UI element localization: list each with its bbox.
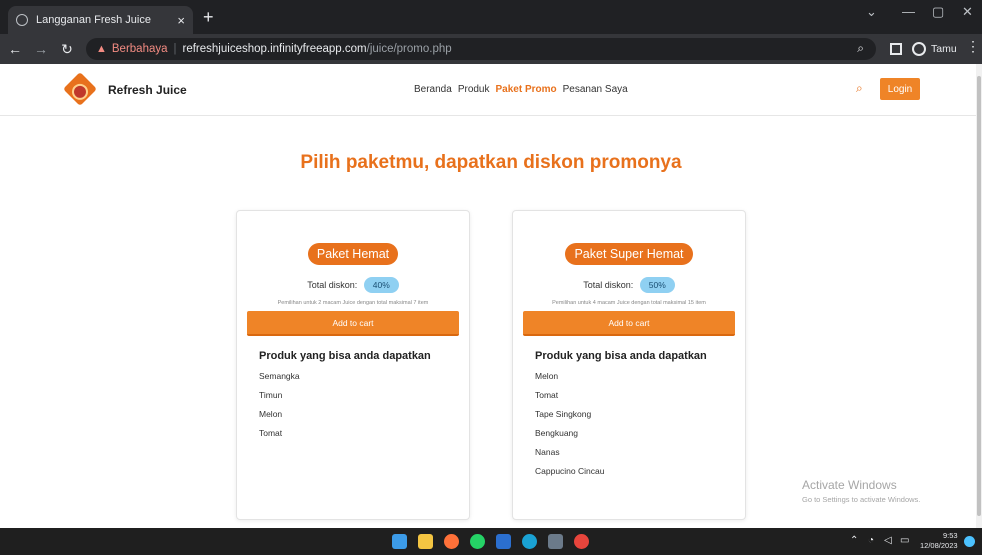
main-nav: Beranda Produk Paket Promo Pesanan Saya — [414, 84, 628, 95]
browser-tab-bar: Langganan Fresh Juice × + ⌄ — ▢ ✕ — [0, 0, 982, 34]
nav-pesanan-saya[interactable]: Pesanan Saya — [563, 84, 628, 95]
taskbar: ⌃ ◔ ◁ ▭ 9:53 12/08/2023 — [0, 528, 982, 555]
avatar-icon — [912, 42, 926, 56]
separator: | — [173, 43, 177, 55]
login-button[interactable]: Login — [880, 78, 920, 100]
product-list: Semangka Timun Melon Tomat — [259, 371, 469, 447]
wifi-icon[interactable]: ◔ — [868, 535, 874, 546]
list-item: Timun — [259, 390, 283, 400]
browser-toolbar: ← → ↻ ▲ Berbahaya | refreshjuiceshop.inf… — [0, 34, 982, 64]
page-scrollbar[interactable] — [976, 64, 982, 528]
discount-badge: 40% — [363, 277, 399, 293]
scrollbar-thumb[interactable] — [977, 76, 981, 516]
discount-row: Total diskon: 50% — [513, 277, 745, 293]
globe-icon — [16, 14, 28, 26]
package-description: Pemilihan untuk 4 macam Juice dengan tot… — [552, 300, 706, 306]
list-item: Tape Singkong — [535, 409, 592, 419]
package-name: Paket Super Hemat — [565, 243, 693, 265]
word-icon[interactable] — [496, 534, 511, 549]
discount-label: Total diskon: — [583, 280, 634, 290]
back-icon[interactable]: ← — [4, 41, 26, 57]
url-host: refreshjuiceshop.infinityfreeapp.com — [182, 43, 367, 55]
battery-icon[interactable]: ▭ — [900, 535, 909, 546]
close-tab-icon[interactable]: × — [177, 13, 185, 28]
forward-icon[interactable]: → — [30, 41, 52, 57]
nav-paket-promo[interactable]: Paket Promo — [496, 84, 557, 95]
package-description: Pemilihan untuk 2 macam Juice dengan tot… — [277, 300, 429, 306]
url-path: /juice/promo.php — [366, 43, 452, 55]
edge-icon[interactable] — [522, 534, 537, 549]
file-explorer-icon[interactable] — [418, 534, 433, 549]
list-item: Nanas — [535, 447, 560, 457]
browser-tab[interactable]: Langganan Fresh Juice × — [8, 6, 193, 34]
chrome-icon[interactable] — [574, 534, 589, 549]
watermark-subtitle: Go to Settings to activate Windows. — [802, 495, 921, 504]
product-list: Melon Tomat Tape Singkong Bengkuang Nana… — [535, 371, 745, 485]
nav-produk[interactable]: Produk — [458, 84, 490, 95]
clock[interactable]: 9:53 12/08/2023 — [920, 531, 958, 551]
window-close-icon[interactable]: ✕ — [962, 4, 973, 20]
brand-name[interactable]: Refresh Juice — [108, 83, 187, 97]
store-icon[interactable] — [548, 534, 563, 549]
list-item: Melon — [535, 371, 559, 381]
tab-search-icon[interactable]: ⌄ — [866, 4, 877, 20]
logo-icon[interactable] — [63, 72, 97, 106]
page-title: Pilih paketmu, dapatkan diskon promonya — [300, 152, 682, 173]
new-tab-button[interactable]: + — [203, 7, 214, 27]
site-header: Refresh Juice Beranda Produk Paket Promo… — [0, 64, 976, 116]
address-bar[interactable]: ▲ Berbahaya | refreshjuiceshop.infinityf… — [86, 38, 876, 60]
list-item: Cappucino Cincau — [535, 466, 605, 476]
list-item: Bengkuang — [535, 428, 579, 438]
chevron-up-icon[interactable]: ⌃ — [850, 535, 858, 546]
products-title: Produk yang bisa anda dapatkan — [535, 350, 707, 362]
profile-name: Tamu — [931, 43, 957, 55]
tab-title: Langganan Fresh Juice — [36, 14, 151, 26]
minimize-icon[interactable]: — — [902, 4, 915, 19]
add-to-cart-button[interactable]: Add to cart — [523, 311, 735, 336]
discount-row: Total diskon: 40% — [237, 277, 469, 293]
sidebar-icon[interactable] — [890, 43, 902, 55]
list-item: Melon — [259, 409, 283, 419]
add-to-cart-button[interactable]: Add to cart — [247, 311, 459, 336]
watermark-title: Activate Windows — [802, 478, 897, 492]
security-warning[interactable]: Berbahaya — [112, 43, 168, 55]
clock-date: 12/08/2023 — [920, 541, 958, 550]
restore-icon[interactable]: ▢ — [932, 4, 944, 20]
list-item: Tomat — [535, 390, 559, 400]
firefox-icon[interactable] — [444, 534, 459, 549]
promo-card-super-hemat: Paket Super Hemat Total diskon: 50% Pemi… — [512, 210, 746, 520]
list-item: Semangka — [259, 371, 300, 381]
start-icon[interactable] — [392, 534, 407, 549]
whatsapp-icon[interactable] — [470, 534, 485, 549]
notification-icon[interactable] — [964, 536, 975, 547]
profile-button[interactable]: Tamu — [912, 38, 957, 60]
nav-beranda[interactable]: Beranda — [414, 84, 452, 95]
menu-icon[interactable]: ⋮ — [966, 38, 980, 55]
package-name: Paket Hemat — [307, 243, 399, 265]
volume-icon[interactable]: ◁ — [884, 535, 892, 546]
activation-watermark: Activate Windows Go to Settings to activ… — [802, 478, 920, 504]
promo-card-hemat: Paket Hemat Total diskon: 40% Pemilihan … — [236, 210, 470, 520]
products-title: Produk yang bisa anda dapatkan — [259, 350, 431, 362]
warning-icon: ▲ — [96, 43, 107, 55]
discount-label: Total diskon: — [307, 280, 358, 290]
zoom-search-icon[interactable]: ⌕ — [857, 41, 864, 56]
discount-badge: 50% — [639, 277, 675, 293]
reload-icon[interactable]: ↻ — [56, 41, 78, 58]
search-icon[interactable]: ⌕ — [856, 81, 863, 96]
list-item: Tomat — [259, 428, 283, 438]
clock-time: 9:53 — [942, 531, 958, 540]
